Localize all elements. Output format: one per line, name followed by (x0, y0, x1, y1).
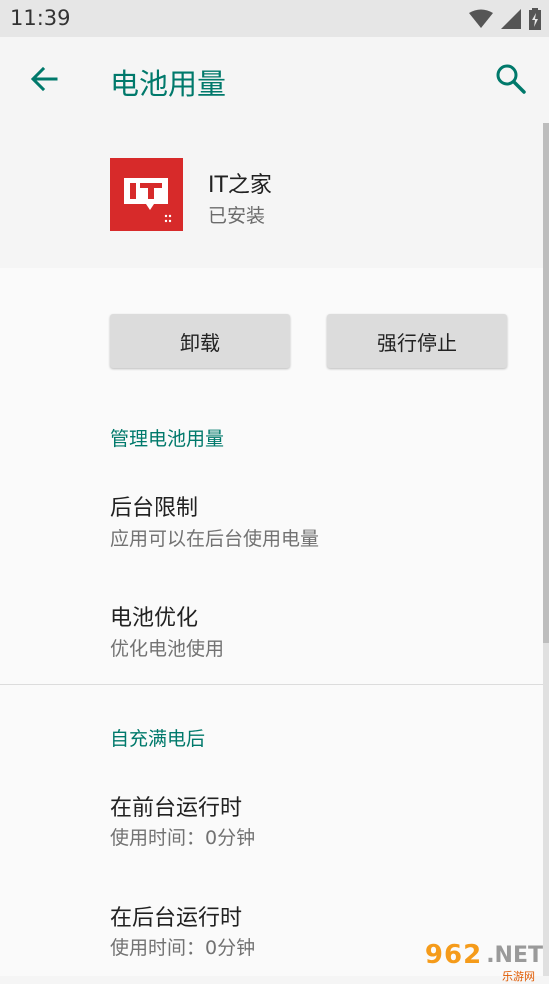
search-icon[interactable] (493, 61, 529, 97)
force-stop-button[interactable]: 强行停止 (327, 314, 507, 368)
pref-title: 在前台运行时 (110, 796, 243, 821)
watermark-brand: 962 (424, 940, 483, 970)
app-install-status: 已安装 (208, 205, 266, 227)
pref-title: 电池优化 (110, 606, 199, 631)
pref-summary: 应用可以在后台使用电量 (110, 528, 320, 550)
watermark-logo: 962 .NET 乐游网 (424, 940, 543, 983)
status-icons (469, 8, 541, 30)
status-bar: 11:39 (0, 0, 549, 37)
wifi-icon (469, 9, 493, 28)
app-header: IT之家 已安装 (0, 123, 549, 268)
scrollbar-thumb[interactable] (543, 123, 549, 643)
pref-summary: 使用时间：0分钟 (110, 827, 256, 849)
back-arrow-icon[interactable] (26, 61, 62, 97)
watermark-tld: .NET (486, 942, 543, 968)
app-name: IT之家 (208, 173, 272, 198)
app-bar: 电池用量 (0, 37, 549, 123)
signal-icon (501, 9, 521, 29)
uninstall-button[interactable]: 卸载 (110, 314, 290, 368)
pref-summary: 优化电池使用 (110, 638, 225, 660)
app-icon (110, 158, 183, 231)
pref-title: 在后台运行时 (110, 906, 243, 931)
section-title-since-full-charge: 自充满电后 (110, 728, 206, 750)
watermark-sub: 乐游网 (502, 970, 535, 983)
page-title: 电池用量 (110, 67, 227, 101)
battery-icon (529, 8, 541, 30)
pref-summary: 使用时间：0分钟 (110, 937, 256, 959)
it-home-logo-icon (124, 178, 172, 223)
section-title-manage-battery: 管理电池用量 (110, 428, 225, 450)
pref-title: 后台限制 (110, 496, 199, 521)
settings-content: 卸载 强行停止 管理电池用量 后台限制 应用可以在后台使用电量 电池优化 优化电… (0, 268, 549, 976)
divider (0, 684, 549, 685)
status-time: 11:39 (10, 6, 71, 30)
